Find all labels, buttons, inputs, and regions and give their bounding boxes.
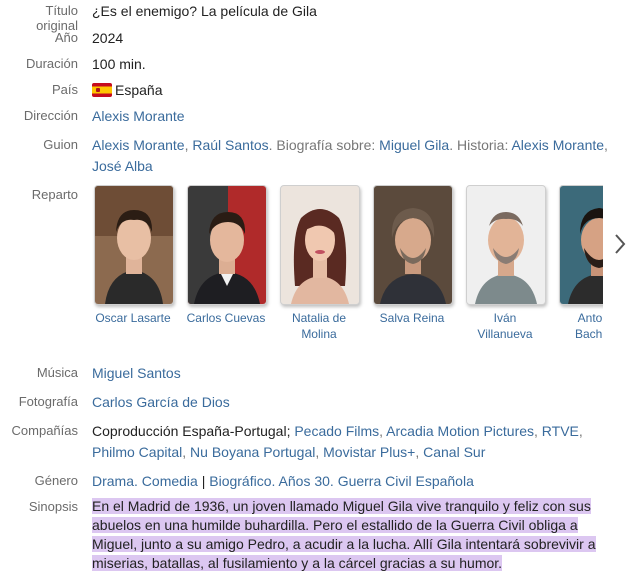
bio-subject-link[interactable]: Miguel Gila [379,137,449,153]
year-value: 2024 [92,30,124,46]
actor-name[interactable]: Iván Villanueva [465,310,545,342]
company-link[interactable]: Movistar Plus+ [323,444,415,460]
genre-link[interactable]: Comedia [142,473,198,489]
label-country: País [51,82,78,97]
synopsis-value: En el Madrid de 1936, un joven llamado M… [92,497,605,573]
genre-value: Drama. Comedia | Biográfico. Años 30. Gu… [92,471,621,492]
actor-name[interactable]: Salva Reina [372,310,452,326]
company-link[interactable]: Nu Boyana Portugal [190,444,315,460]
label-cast: Reparto [31,187,78,202]
separator: , [604,137,608,153]
actor-name[interactable]: Natalia de Molina [279,310,359,342]
label-director: Dirección [23,108,78,123]
director-link[interactable]: Alexis Morante [92,108,185,124]
actor-photo[interactable] [280,185,360,305]
label-script: Guion [43,137,78,152]
topic-link[interactable]: Años 30 [279,473,330,489]
duration-value: 100 min. [92,56,146,72]
separator: . [271,473,279,489]
companies-value: Coproducción España-Portugal; Pecado Fil… [92,423,583,460]
synopsis-text: En el Madrid de 1936, un joven llamado M… [92,498,596,571]
companies-prefix: Coproducción España-Portugal; [92,423,295,439]
company-link[interactable]: RTVE [542,423,579,439]
actor-photo[interactable] [187,185,267,305]
spain-flag-icon [92,83,112,97]
story-label: . Historia: [449,137,512,153]
company-link[interactable]: Arcadia Motion Pictures [386,423,534,439]
music-link[interactable]: Miguel Santos [92,365,181,381]
chevron-right-icon[interactable] [613,232,627,256]
cast-card[interactable]: Carlos Cuevas [187,185,267,326]
cast-card[interactable]: Oscar Lasarte [94,185,174,326]
writer-link[interactable]: Raúl Santos [192,137,268,153]
company-link[interactable]: Pecado Films [294,423,379,439]
topic-link[interactable]: Guerra Civil Española [338,473,474,489]
label-synopsis: Sinopsis [28,499,78,514]
cast-card[interactable]: Iván Villanueva [466,185,546,342]
story-writer-link[interactable]: José Alba [92,158,153,174]
cast-carousel: Oscar Lasarte Carlos Cuevas Natalia de M… [92,185,603,345]
actor-name[interactable]: Antonio Bachiller [558,310,603,342]
label-title: Título original [36,3,78,33]
label-photography: Fotografía [18,394,78,409]
bio-label: . Biografía sobre: [268,137,380,153]
story-writer-link[interactable]: Alexis Morante [511,137,604,153]
label-duration: Duración [25,56,78,71]
label-year: Año [54,30,78,45]
movie-title: ¿Es el enemigo? La película de Gila [92,3,317,19]
actor-photo[interactable] [373,185,453,305]
country-name: España [115,82,163,98]
writer-link[interactable]: Alexis Morante [92,137,185,153]
genre-divider: | [197,473,210,489]
country-value: España [92,80,621,101]
label-music: Música [36,365,78,380]
actor-photo[interactable] [466,185,546,305]
photography-link[interactable]: Carlos García de Dios [92,394,230,410]
actor-photo[interactable] [94,185,174,305]
company-link[interactable]: Canal Sur [423,444,485,460]
cast-card[interactable]: Salva Reina [373,185,453,326]
cast-card[interactable]: Antonio Bachiller [559,185,603,342]
genre-link[interactable]: Drama [92,473,134,489]
script-value: Alexis Morante, Raúl Santos. Biografía s… [92,135,621,177]
separator: . [134,473,142,489]
separator: . [329,473,338,489]
cast-card[interactable]: Natalia de Molina [280,185,360,342]
actor-name[interactable]: Carlos Cuevas [186,310,266,326]
actor-name[interactable]: Oscar Lasarte [93,310,173,326]
label-genre: Género [34,473,78,488]
actor-photo[interactable] [559,185,603,305]
topic-link[interactable]: Biográfico [209,473,271,489]
company-link[interactable]: Philmo Capital [92,444,182,460]
label-companies: Compañías [11,423,78,438]
